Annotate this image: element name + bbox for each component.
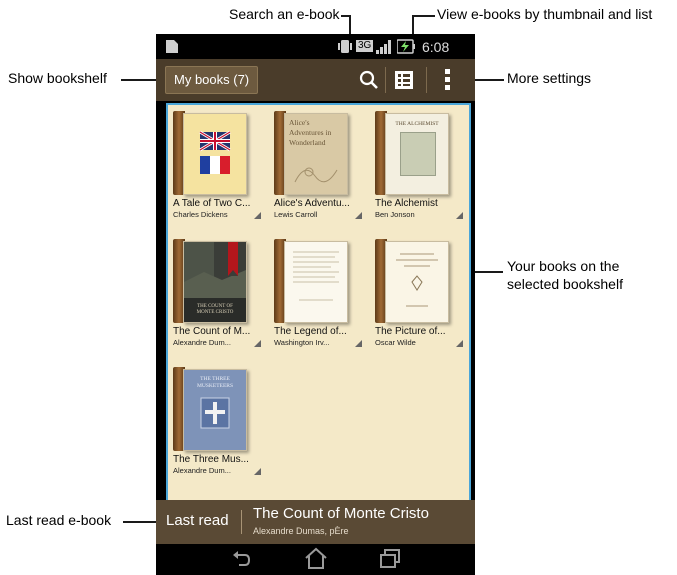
book-cover	[385, 241, 449, 323]
app-bar: My books (7)	[156, 59, 475, 101]
book-cover	[284, 241, 348, 323]
book-title: The Alchemist	[375, 198, 438, 209]
book-author: Charles Dickens	[173, 210, 228, 219]
callout-search: Search an e-book	[229, 6, 340, 22]
book-title: The Legend of...	[274, 326, 347, 337]
callout-yourbooks-2: selected bookshelf	[507, 276, 623, 292]
last-read-label: Last read	[166, 512, 229, 529]
network-type: 3G	[356, 40, 374, 52]
book-item[interactable]: THE THREE MUSKETEERS The Three Mus... Al…	[173, 367, 265, 477]
book-item[interactable]: The Legend of... Washington Irv...	[274, 239, 366, 349]
book-author: Lewis Carroll	[274, 210, 318, 219]
list-view-icon[interactable]	[395, 71, 413, 89]
last-read-divider	[241, 510, 242, 534]
book-cover: THE ALCHEMIST	[385, 113, 449, 195]
notification-icon	[166, 40, 178, 53]
book-author: Alexandre Dum...	[173, 466, 231, 475]
book-cover: THE THREE MUSKETEERS	[183, 369, 247, 451]
book-options-icon[interactable]	[254, 468, 261, 475]
cover-image	[400, 132, 436, 176]
book-options-icon[interactable]	[254, 212, 261, 219]
book-cover-text: THE ALCHEMIST	[395, 121, 439, 127]
cross-emblem	[200, 397, 230, 429]
book-author: Washington Irv...	[274, 338, 330, 347]
signal-icon	[376, 40, 391, 54]
last-read-bar[interactable]: Last read The Count of Monte Cristo Alex…	[156, 500, 475, 544]
book-cover: Alice's Adventures in Wonderland	[284, 113, 348, 195]
book-author: Ben Jonson	[375, 210, 415, 219]
home-icon[interactable]	[304, 547, 328, 569]
callout-more: More settings	[507, 70, 592, 86]
status-time: 6:08	[422, 39, 450, 55]
book-options-icon[interactable]	[456, 212, 463, 219]
book-item[interactable]: A Tale of Two C... Charles Dickens	[173, 111, 265, 221]
callout-lastread: Last read e-book	[6, 512, 112, 528]
book-item[interactable]: THE COUNT OF MONTE CRISTO The Count of M…	[173, 239, 265, 349]
book-options-icon[interactable]	[456, 340, 463, 347]
cover-text-lines	[293, 251, 339, 301]
recent-apps-icon[interactable]	[379, 549, 401, 568]
book-title: The Three Mus...	[173, 454, 249, 465]
status-bar: 3G 6:08	[156, 34, 475, 59]
navigation-bar	[156, 544, 475, 575]
last-read-author: Alexandre Dumas, pÈre	[253, 526, 349, 536]
cover-text-lines	[396, 253, 438, 307]
bookshelf: A Tale of Two C... Charles Dickens Alice…	[166, 103, 471, 502]
callout-yourbooks-1: Your books on the	[507, 258, 620, 274]
callout-bookshelf: Show bookshelf	[8, 70, 107, 86]
book-cover	[183, 113, 247, 195]
book-cover-text: THE THREE MUSKETEERS	[196, 376, 234, 389]
book-options-icon[interactable]	[355, 212, 362, 219]
book-title: Alice's Adventu...	[274, 198, 350, 209]
appbar-divider-2	[426, 67, 427, 93]
book-title: A Tale of Two C...	[173, 198, 251, 209]
book-item[interactable]: The Picture of... Oscar Wilde	[375, 239, 467, 349]
book-item[interactable]: THE ALCHEMIST The Alchemist Ben Jonson	[375, 111, 467, 221]
callout-view-line-h	[412, 15, 435, 17]
back-icon[interactable]	[230, 550, 252, 568]
my-books-button[interactable]: My books (7)	[165, 66, 259, 94]
book-title: The Count of M...	[173, 326, 251, 337]
book-title: The Picture of...	[375, 326, 446, 337]
book-cover-text: THE COUNT OF MONTE CRISTO	[196, 304, 234, 315]
book-cover-text: Alice's Adventures in Wonderland	[289, 118, 332, 147]
book-cover: THE COUNT OF MONTE CRISTO	[183, 241, 247, 323]
vibrate-icon	[338, 40, 352, 53]
flag-illustration	[199, 130, 231, 174]
callout-view: View e-books by thumbnail and list	[437, 6, 653, 22]
last-read-title: The Count of Monte Cristo	[253, 505, 429, 522]
book-author: Oscar Wilde	[375, 338, 416, 347]
appbar-divider-1	[385, 67, 386, 93]
book-options-icon[interactable]	[355, 340, 362, 347]
overflow-menu-icon[interactable]	[445, 69, 451, 91]
book-author: Alexandre Dum...	[173, 338, 231, 347]
book-options-icon[interactable]	[254, 340, 261, 347]
search-icon[interactable]	[359, 70, 379, 90]
phone-screen: 3G 6:08 My books (7) A Tale of Two C... …	[156, 34, 475, 575]
battery-icon	[397, 39, 415, 54]
cover-sketch	[294, 167, 338, 183]
book-item[interactable]: Alice's Adventures in Wonderland Alice's…	[274, 111, 366, 221]
